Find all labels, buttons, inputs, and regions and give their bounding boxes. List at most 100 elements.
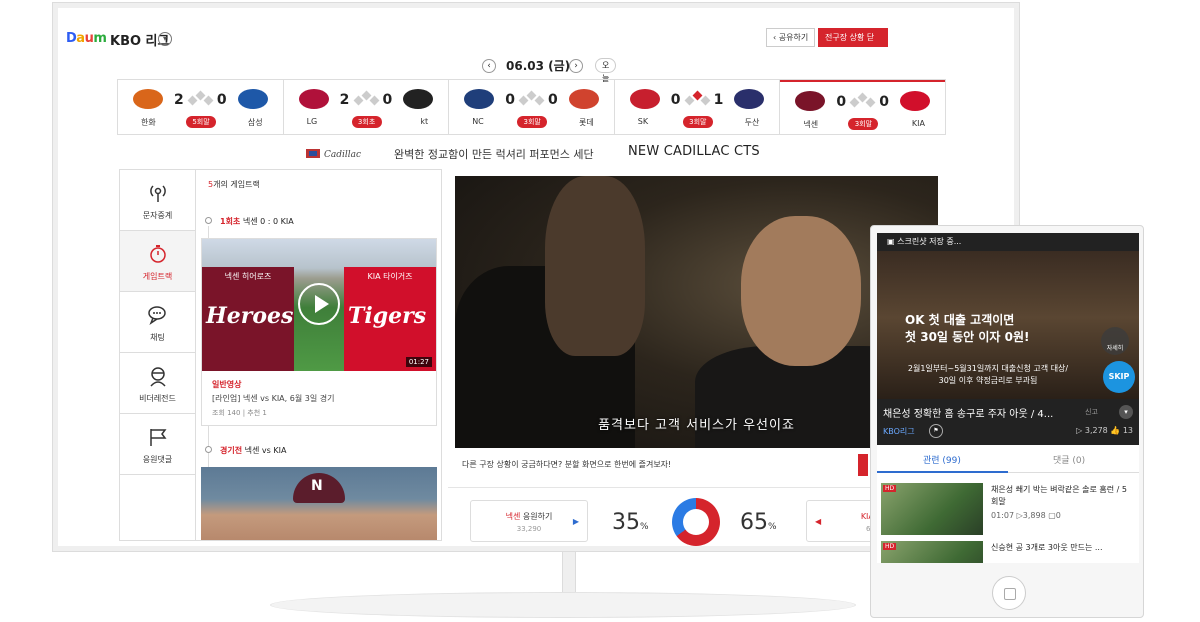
report-link[interactable]: 신고 <box>1085 407 1098 417</box>
cheer-donut-chart <box>672 498 720 546</box>
all-games-toggle-button[interactable]: 전구장 상황 닫기 ▴ <box>818 28 888 61</box>
related-meta: 01:07 ▷3,898 ▢0 <box>991 511 1061 520</box>
inning-badge: 3회말 <box>682 116 713 128</box>
chevron-down-icon[interactable]: ▾ <box>1119 405 1133 419</box>
game-score-card[interactable]: 2 0 LG 3회초 kt <box>284 80 450 134</box>
side-item-chat[interactable]: 채팅 <box>120 292 195 353</box>
share-label: 공유하기 <box>778 33 809 42</box>
cheer-right-percent: 65% <box>740 510 777 535</box>
event-text: 넥센 0 : 0 KIA <box>242 217 294 226</box>
ad-headline-2: 첫 30일 동안 이자 0원! <box>905 330 1030 344</box>
team-logo-icon <box>629 89 660 109</box>
player-cap: N <box>293 473 345 503</box>
tab-comments[interactable]: 댓글 (0) <box>1053 453 1085 466</box>
video-figure <box>741 216 861 366</box>
mobile-video-title[interactable]: 채은성 정확한 홈 송구로 주자 아웃 / 4... <box>883 405 1083 420</box>
team-left-wordmark: Heroes <box>206 303 294 329</box>
event-inning: 경기전 <box>220 446 243 455</box>
split-screen-button[interactable] <box>858 454 868 476</box>
home-score: 0 <box>670 92 681 108</box>
home-score: 0 <box>836 94 847 110</box>
away-score: 1 <box>713 92 724 108</box>
video-stats: ▷ 3,278 👍 13 <box>1076 426 1133 435</box>
video-category: 일반영상 <box>212 380 242 389</box>
video-meta: 조회 140 | 추천 1 <box>212 409 267 417</box>
tab-underline <box>877 471 1008 473</box>
game-score-card[interactable]: 0 0 NC 3회말 롯데 <box>449 80 615 134</box>
cheer-panel: 넥센 응원하기 33,290 ▶ 35% 65% ◀ KIA 응원 61,55 <box>448 487 946 546</box>
video-thumbnail[interactable]: 넥센 히어로즈 Heroes KIA 타이거즈 Tigers 01:27 <box>202 239 436 371</box>
game-score-card[interactable]: 2 0 한화 5회말 삼성 <box>118 80 284 134</box>
ad-banner[interactable]: Cadillac 완벽한 정교함이 만든 럭셔리 퍼포먼스 세단 NEW CAD… <box>306 144 826 162</box>
cadillac-logo: Cadillac <box>306 149 361 159</box>
side-item-gametrack[interactable]: 게임트랙 <box>120 231 195 292</box>
tab-related[interactable]: 관련 (99) <box>923 453 961 466</box>
related-title: 채은성 쐐기 박는 벼락같은 솔로 홈런 / 5회말 <box>991 485 1127 506</box>
team-logo-icon <box>403 89 434 109</box>
side-item-be-the-legend[interactable]: 비더레전드 <box>120 353 195 414</box>
mobile-screen: ▣ 스크린샷 저장 중... OK 첫 대출 고객이면 첫 30일 동안 이자 … <box>877 233 1139 563</box>
play-icon[interactable] <box>298 283 340 325</box>
cheer-left-button[interactable]: 넥센 응원하기 33,290 ▶ <box>470 500 588 542</box>
team-logo-icon <box>464 89 495 109</box>
split-screen-tip: 다른 구장 상황이 궁금하다면? 분할 화면으로 한번에 즐겨보자! <box>462 460 672 469</box>
home-score: 2 <box>339 92 350 108</box>
home-button[interactable] <box>992 576 1026 610</box>
daum-logo[interactable]: Daum <box>66 31 107 46</box>
hd-badge: HD <box>883 543 897 550</box>
away-team-name: kt <box>420 117 429 126</box>
ad-fineprint: 2월1일부터~5월31일까지 대출신청 고객 대상/ <box>907 364 1069 373</box>
side-item-text-broadcast[interactable]: 문자중계 <box>120 170 195 231</box>
next-date-icon[interactable]: › <box>569 59 583 73</box>
ad-copy: 완벽한 정교함이 만든 럭셔리 퍼포먼스 세단 <box>394 148 594 161</box>
base-diamond-icon <box>684 90 711 106</box>
cheer-label: 응원하기 <box>522 512 553 521</box>
game-score-card[interactable]: 0 0 넥센 3회말 KIA <box>780 80 945 134</box>
mobile-video-ad[interactable]: OK 첫 대출 고객이면 첫 30일 동안 이자 0원! 2월1일부터~5월31… <box>877 251 1139 399</box>
percent-unit: % <box>768 522 777 532</box>
today-button[interactable]: 오늘 <box>595 58 617 83</box>
video-title[interactable]: [라인업] 넥센 vs KIA, 6월 3일 경기 <box>212 393 334 404</box>
side-item-label: 게임트랙 <box>142 272 173 281</box>
timeline-event: 경기전 넥센 vs KIA <box>220 445 286 456</box>
channel-name[interactable]: KBO리그 <box>883 426 915 437</box>
mobile-device: ▣ 스크린샷 저장 중... OK 첫 대출 고객이면 첫 30일 동안 이자 … <box>870 225 1144 618</box>
inning-badge: 3회초 <box>351 116 382 128</box>
bookmark-icon[interactable]: ⚑ <box>929 424 943 438</box>
base-diamond-icon <box>187 90 214 106</box>
away-score: 0 <box>879 94 889 110</box>
player-icon <box>150 367 166 387</box>
prev-date-icon[interactable]: ‹ <box>482 59 496 73</box>
event-text: 넥센 vs KIA <box>244 446 287 455</box>
video-thumbnail[interactable]: N <box>201 467 437 540</box>
ad-detail-icon[interactable]: 자세히 <box>1101 327 1129 355</box>
away-score: 0 <box>382 92 393 108</box>
away-team-name: KIA <box>911 119 925 128</box>
related-thumbnail: HD <box>881 541 983 563</box>
side-menu: 문자중계 게임트랙 채팅 비더레전드 응원댓글 <box>119 169 195 541</box>
share-button[interactable]: ‹ 공유하기 <box>766 28 816 47</box>
gametrack-header-text: 개의 게임트랙 <box>213 180 260 189</box>
cheer-left-percent: 35% <box>612 510 649 535</box>
team-left-banner: 넥센 히어로즈 Heroes <box>202 267 294 371</box>
current-date: 06.03 (금) <box>506 59 571 73</box>
team-logo-icon <box>734 89 765 109</box>
stopwatch-icon <box>150 245 166 263</box>
skip-button[interactable]: SKIP <box>1103 361 1135 393</box>
video-card[interactable]: 넥센 히어로즈 Heroes KIA 타이거즈 Tigers 01:27 일반영… <box>201 238 437 426</box>
chevron-down-icon[interactable]: ▾ <box>158 32 172 46</box>
side-item-cheer-comments[interactable]: 응원댓글 <box>120 414 195 475</box>
game-score-card[interactable]: 0 1 SK 3회말 두산 <box>615 80 781 134</box>
status-text: 스크린샷 저장 중... <box>897 237 962 246</box>
related-video-item[interactable]: HD 신승현 공 3개로 3아웃 만드는 ... <box>877 537 1139 563</box>
cheer-flag-icon <box>150 429 167 446</box>
team-right-banner: KIA 타이거즈 Tigers <box>344 267 436 371</box>
chat-icon <box>148 306 166 325</box>
timeline-dot <box>205 217 212 224</box>
related-video-item[interactable]: HD 채은성 쐐기 박는 벼락같은 솔로 홈런 / 5회말 01:07 ▷3,8… <box>877 479 1139 537</box>
away-score: 0 <box>548 92 558 108</box>
away-team-name: 두산 <box>744 118 760 127</box>
timeline-dot <box>205 446 212 453</box>
main-video-player[interactable]: 품격보다 고객 서비스가 우선이죠 <box>455 176 938 448</box>
broadcast-icon <box>150 185 166 202</box>
